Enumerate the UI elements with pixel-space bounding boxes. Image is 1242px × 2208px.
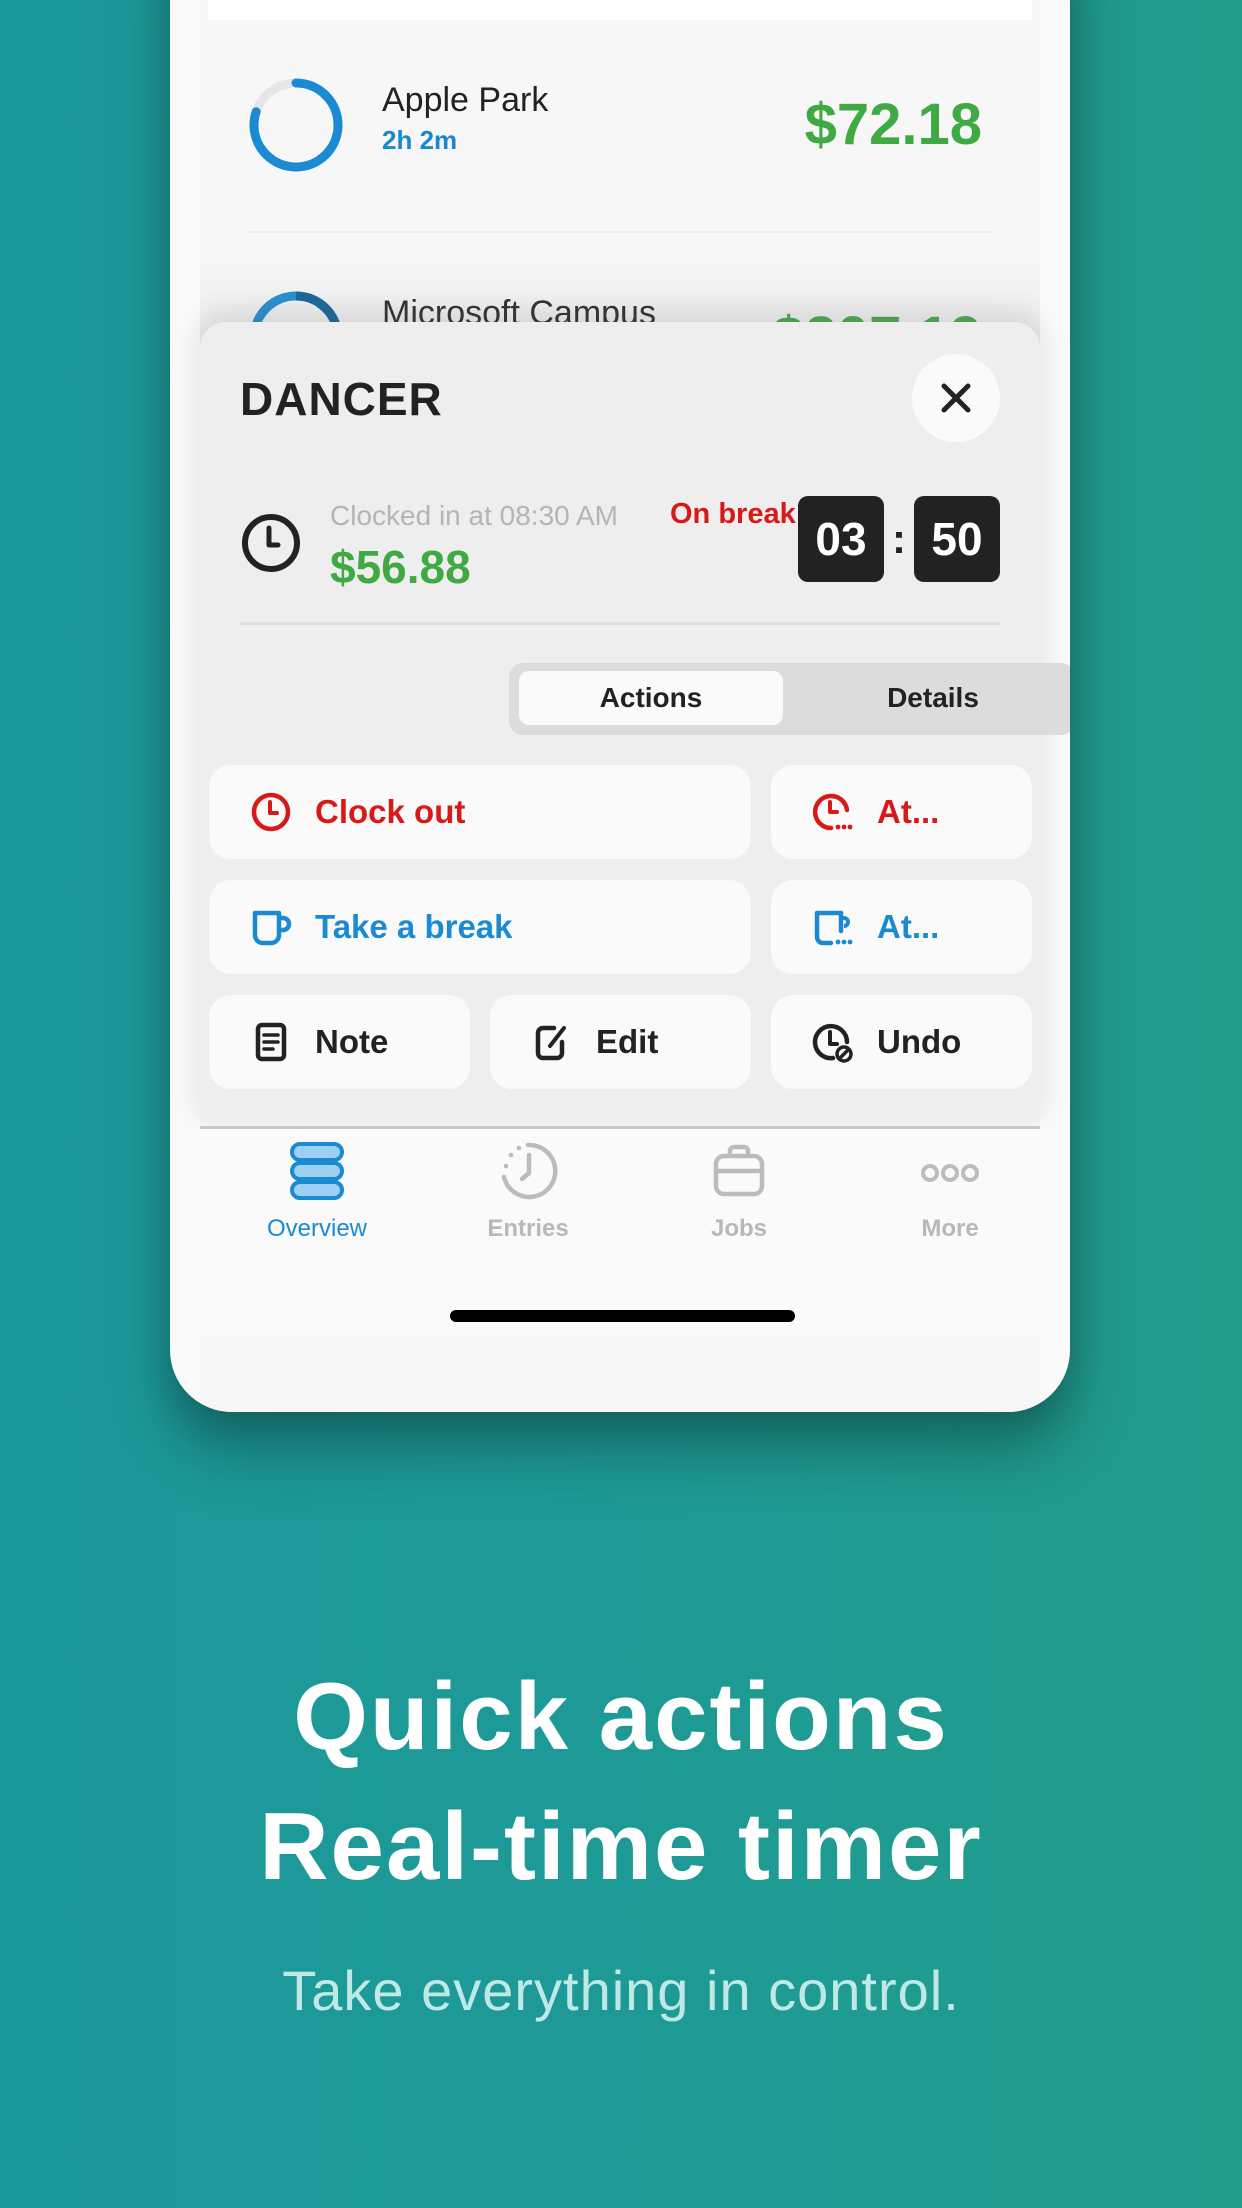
coffee-scheduled-icon [814,910,853,946]
tab-label: Entries [487,1215,569,1242]
job-amount: $72.18 [804,92,982,157]
undo-label: Undo [877,1023,962,1060]
headline-line-2: Real-time timer [259,1793,983,1900]
tab-bar: Overview Entries Jobs More [200,1126,1040,1335]
take-break-button[interactable]: Take a break [209,880,751,974]
progress-ring-icon [249,78,343,172]
clock-out-button[interactable]: Clock out [209,765,751,859]
close-button[interactable] [912,354,1000,442]
clock-out-icon [251,792,291,832]
clock-status-row: Clocked in at 08:30 AM On break $56.88 0… [240,492,1000,593]
note-icon [255,1022,287,1062]
clock-out-label: Clock out [315,793,466,830]
take-break-label: Take a break [315,908,513,945]
briefcase-icon [713,1144,765,1197]
tab-jobs[interactable]: Jobs [639,1129,839,1259]
tab-label: Overview [266,1215,368,1242]
undo-button[interactable]: Undo [771,995,1032,1089]
timer: 03 : 50 [798,496,1000,582]
edit-icon [535,1025,566,1061]
job-name: Apple Park [382,81,549,119]
close-icon [941,383,971,413]
edit-label: Edit [596,1023,659,1060]
job-duration: 2h 2m [382,125,458,155]
home-indicator[interactable] [450,1310,795,1322]
segmented-control: Actions Details [509,663,1070,735]
undo-clock-icon [812,1023,853,1063]
status-badge: On break [670,498,796,530]
stack-icon [290,1142,344,1200]
headline-line-1: Quick actions [293,1663,949,1770]
tab-overview[interactable]: Overview [217,1129,417,1259]
clock-scheduled-icon [812,793,853,831]
clock-out-at-label: At... [877,793,940,830]
phone-frame: Apple Park 2h 2m $72.18 Microsoft Campus… [170,0,1070,1412]
tab-entries[interactable]: Entries [428,1129,628,1259]
timer-minutes: 50 [914,496,1000,582]
clock-out-at-button[interactable]: At... [771,765,1032,859]
tab-details[interactable]: Details [801,671,1065,725]
divider [240,622,1000,625]
clock-icon [242,514,300,572]
tab-actions[interactable]: Actions [519,671,783,725]
clocked-in-text: Clocked in at 08:30 AM [330,500,618,531]
take-break-at-button[interactable]: At... [771,880,1032,974]
app-screen: Apple Park 2h 2m $72.18 Microsoft Campus… [200,0,1070,1412]
note-label: Note [315,1023,389,1060]
edit-button[interactable]: Edit [490,995,751,1089]
sheet-title: DANCER [240,373,443,425]
earned-amount: $56.88 [330,541,471,593]
take-break-at-label: At... [877,908,940,945]
subtitle: Take everything in control. [282,1959,960,2022]
top-card [208,0,1032,20]
coffee-cup-icon [252,910,292,946]
tab-more[interactable]: More [850,1129,1050,1259]
row-divider [246,231,994,233]
tab-label: More [921,1215,979,1242]
job-row-apple-park[interactable]: Apple Park 2h 2m $72.18 [200,55,1040,195]
timer-separator: : [892,515,906,562]
timer-hours: 03 [798,496,884,582]
clock-history-icon [501,1142,558,1200]
tab-label: Jobs [710,1215,767,1242]
more-dots-icon [921,1164,979,1182]
note-button[interactable]: Note [209,995,470,1089]
job-detail-sheet: DANCER Clocked in at 08:30 AM On break $… [200,322,1070,1122]
